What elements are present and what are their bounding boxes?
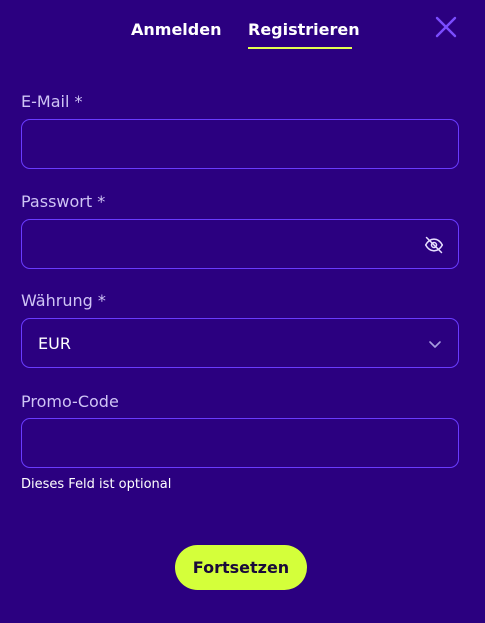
- promo-code-label: Promo-Code: [21, 392, 119, 411]
- active-tab-indicator: [248, 47, 352, 49]
- currency-select[interactable]: EUR: [21, 318, 459, 368]
- promo-code-field-container: [21, 418, 459, 468]
- auth-tabs: Anmelden Registrieren: [0, 18, 485, 49]
- email-label: E-Mail *: [21, 92, 83, 111]
- promo-code-field[interactable]: [22, 419, 458, 467]
- password-field-container: [21, 219, 459, 269]
- email-field[interactable]: [22, 120, 458, 168]
- currency-label: Währung *: [21, 291, 106, 310]
- tab-register[interactable]: Registrieren: [248, 20, 360, 40]
- close-button[interactable]: [434, 15, 458, 39]
- promo-code-hint: Dieses Feld ist optional: [21, 477, 172, 492]
- password-field[interactable]: [22, 220, 458, 268]
- password-label: Passwort *: [21, 192, 106, 211]
- eye-off-icon: [424, 236, 444, 254]
- close-icon: [435, 16, 457, 38]
- toggle-password-visibility-button[interactable]: [424, 235, 444, 255]
- continue-button[interactable]: Fortsetzen: [175, 545, 307, 590]
- currency-selected-value: EUR: [38, 334, 71, 353]
- chevron-down-icon: [429, 341, 441, 348]
- tab-login[interactable]: Anmelden: [131, 20, 221, 40]
- email-field-container: [21, 119, 459, 169]
